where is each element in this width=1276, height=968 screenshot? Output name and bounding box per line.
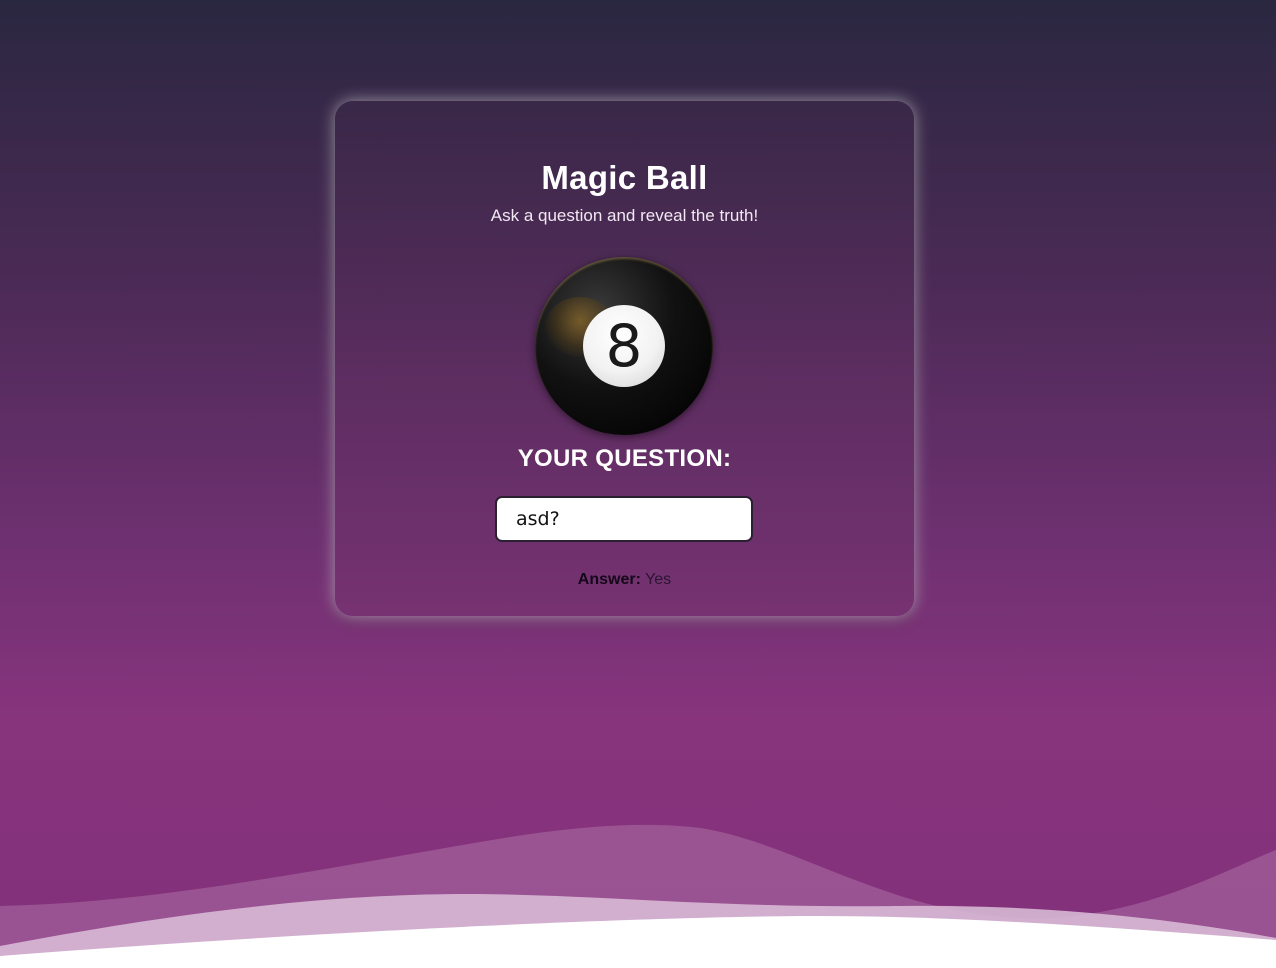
question-input[interactable] [495,496,753,542]
answer-value: Yes [645,571,672,588]
magic-ball-card: Magic Ball Ask a question and reveal the… [335,101,914,616]
ball-number: 8 [605,312,643,380]
answer-row: Answer: Yes [335,571,914,589]
eight-ball-icon[interactable]: 8 [535,257,713,435]
page-subtitle: Ask a question and reveal the truth! [490,206,759,225]
background-waves [0,824,1276,968]
ball-number-window: 8 [583,305,665,387]
question-label: YOUR QUESTION: [517,445,732,472]
answer-label: Answer: [577,571,641,588]
page-title: Magic Ball [541,159,708,196]
